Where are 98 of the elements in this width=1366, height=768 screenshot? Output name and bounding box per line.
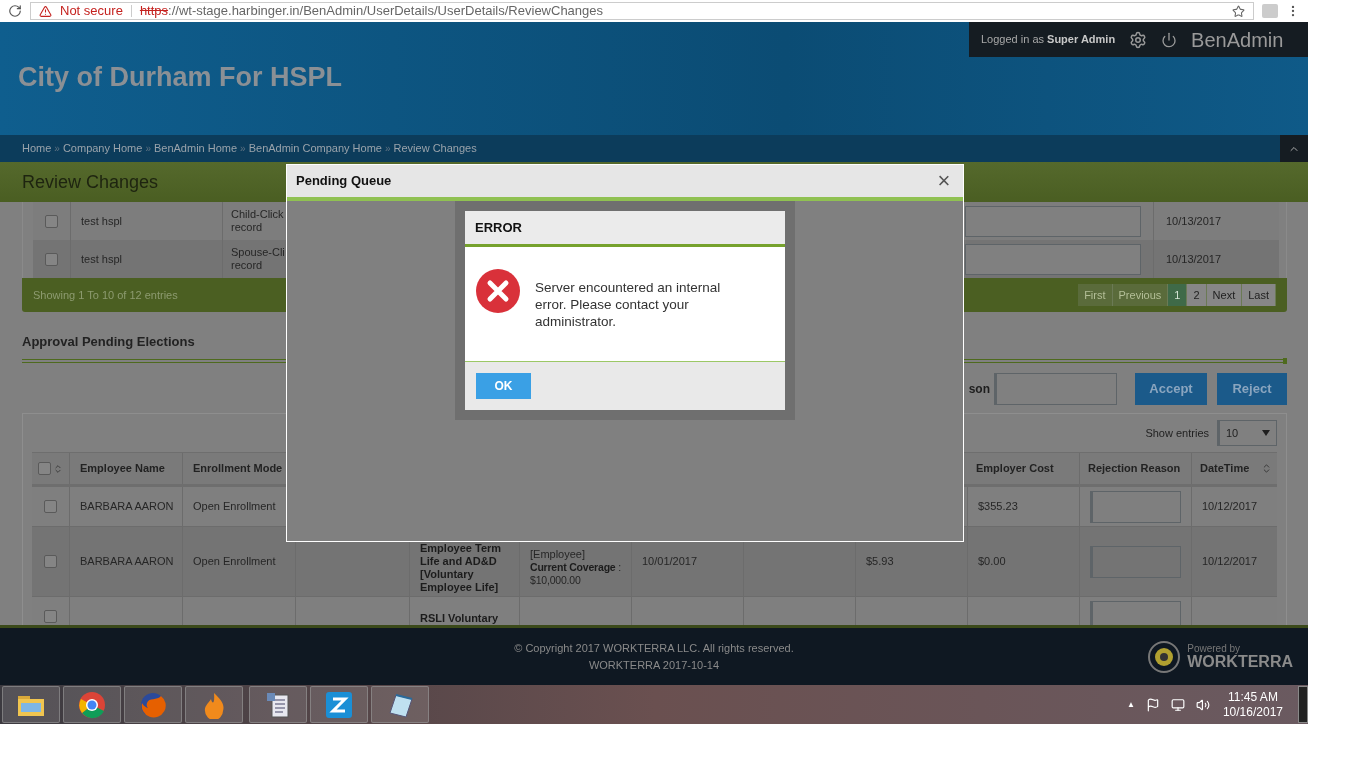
pagination-button[interactable]: Next — [1206, 284, 1243, 306]
warning-icon — [39, 4, 52, 18]
rejection-reason-label: son — [968, 381, 990, 398]
flag-icon[interactable] — [1145, 697, 1160, 712]
table-cell-text: BARBARA AARON — [80, 554, 174, 570]
input-field[interactable] — [965, 205, 1141, 237]
table-cell-text: Open Enrollment — [193, 499, 276, 515]
logged-in-text: Logged in as Super Admin — [981, 32, 1116, 48]
table-cell: [Employee] — [530, 548, 586, 561]
pagination-button[interactable]: 1 — [1168, 284, 1188, 306]
pagination-button[interactable]: 2 — [1187, 284, 1207, 306]
reason-input-field[interactable] — [994, 373, 1117, 405]
app-name: BenAdmin — [1191, 27, 1284, 53]
column-header[interactable]: Employee Name — [80, 460, 165, 477]
table-cell-text: 10/12/2017 — [1202, 554, 1258, 570]
checkbox[interactable] — [44, 500, 57, 513]
table-cell-text: 10/01/2017 — [642, 554, 698, 570]
table-cell-text: $5.93 — [866, 554, 894, 570]
error-icon — [475, 268, 521, 314]
table-cell-text: Child-Click — [231, 208, 285, 221]
version-text: WORKTERRA 2017-10-14 — [588, 657, 720, 673]
table-cell-text: test hspl — [81, 213, 122, 229]
rejection-reason-field[interactable] — [1090, 490, 1181, 523]
breadcrumb-separator: » — [384, 142, 391, 156]
copyright-text: © Copyright 2017 WORKTERRA LLC. All rights reserved. — [514, 641, 794, 656]
coverage-text: Current Coverage : $10,000.00 — [530, 561, 621, 587]
column-header[interactable]: Employer Cost — [976, 460, 1054, 477]
checkbox[interactable] — [38, 462, 51, 475]
brand-name: WORKTERRA — [1187, 654, 1293, 670]
breadcrumb-separator: » — [145, 142, 151, 156]
sort-icon[interactable] — [53, 463, 63, 474]
taskbar-button[interactable] — [310, 686, 368, 723]
taskbar-button[interactable] — [185, 686, 243, 723]
pagination-button[interactable]: Last — [1242, 284, 1276, 306]
table-cell-text: 10/13/2017 — [1166, 213, 1222, 229]
accept-button[interactable]: Accept — [1135, 373, 1207, 405]
column-header[interactable]: Enrollment Mode — [193, 462, 283, 475]
powered-by-text: Powered by — [1187, 644, 1241, 654]
section-title: Approval Pending Elections — [22, 333, 195, 352]
table-cell-text: record — [231, 221, 264, 234]
reject-button[interactable]: Reject — [1217, 373, 1287, 405]
network-icon[interactable] — [1170, 697, 1185, 712]
site-title: City of Durham For HSPL — [18, 60, 342, 94]
checkbox[interactable] — [44, 610, 57, 623]
table-cell-text: test hspl — [81, 251, 122, 267]
sort-icon[interactable] — [1261, 463, 1272, 474]
document-icon — [264, 690, 292, 719]
breadcrumb-separator: » — [54, 142, 60, 156]
breadcrumb-link[interactable]: BenAdmin Home — [153, 140, 238, 157]
checkbox[interactable] — [45, 252, 58, 266]
show-desktop-button[interactable] — [1298, 686, 1308, 723]
plan-name: RSLI Voluntary — [420, 612, 499, 625]
column-header[interactable]: Rejection Reason — [1088, 462, 1181, 475]
table-cell-text: Spouse-Cli — [231, 246, 286, 259]
dropdown-arrow-icon — [1262, 430, 1270, 436]
table-cell-text: record — [231, 259, 264, 272]
plan-name: Employee Term Life and AD&D [Voluntary Employee Life] — [420, 542, 503, 594]
checkbox[interactable] — [44, 555, 57, 568]
breadcrumb-link[interactable]: Review Changes — [393, 140, 477, 157]
clock[interactable]: 11:45 AM 10/16/2017 — [1222, 689, 1283, 720]
table-cell-text: BARBARA AARON — [80, 499, 174, 515]
taskbar-button[interactable] — [63, 686, 121, 723]
tray-arrow[interactable]: ▲ — [1127, 698, 1135, 711]
page-size-select[interactable]: 10 — [1217, 420, 1277, 446]
reload-icon[interactable] — [8, 4, 22, 18]
security-label: Not secure — [60, 2, 123, 21]
dialog-title: Pending Queue — [296, 172, 392, 191]
taskbar-button[interactable] — [249, 686, 307, 723]
entries-info: Showing 1 To 10 of 12 entries — [33, 287, 178, 303]
table-cell-text: $355.23 — [978, 499, 1018, 515]
firefox-icon — [139, 690, 167, 719]
taskbar-button[interactable] — [2, 686, 60, 723]
error-message: Server encountered an internal error. Please contact your administrator. — [535, 279, 722, 330]
input-field[interactable] — [965, 243, 1141, 275]
breadcrumb-link[interactable]: Company Home — [62, 140, 143, 157]
settings-icon[interactable] — [1129, 30, 1148, 49]
url-text[interactable]: https://wt-stage.harbinger.in/BenAdmin/UserDetails/UserDetails/ReviewChanges — [139, 1, 604, 21]
speaker-icon[interactable] — [1195, 697, 1210, 712]
table-cell-text: 10/13/2017 — [1166, 251, 1222, 267]
bookmark-star-icon[interactable] — [1232, 4, 1245, 18]
page-title: Review Changes — [22, 170, 159, 194]
z-app-icon — [325, 690, 353, 719]
breadcrumb-link[interactable]: Home — [22, 140, 52, 157]
ok-button[interactable]: OK — [476, 373, 531, 399]
workterra-logo-icon — [1147, 640, 1182, 674]
taskbar-button[interactable] — [371, 686, 429, 723]
show-entries-label: Show entries — [1145, 425, 1209, 441]
error-title: ERROR — [475, 218, 522, 237]
checkbox[interactable] — [45, 214, 58, 228]
table-cell-text: $0.00 — [978, 554, 1006, 570]
table-cell-text: Open Enrollment — [193, 554, 276, 570]
breadcrumb-separator: » — [240, 142, 246, 156]
table-cell-text: 10/12/2017 — [1202, 499, 1258, 515]
column-header[interactable]: DateTime — [1200, 460, 1250, 477]
close-button[interactable]: × — [934, 170, 954, 192]
power-icon[interactable] — [1161, 31, 1178, 48]
breadcrumb-link[interactable]: BenAdmin Company Home — [248, 140, 382, 157]
chrome-icon — [78, 690, 106, 719]
